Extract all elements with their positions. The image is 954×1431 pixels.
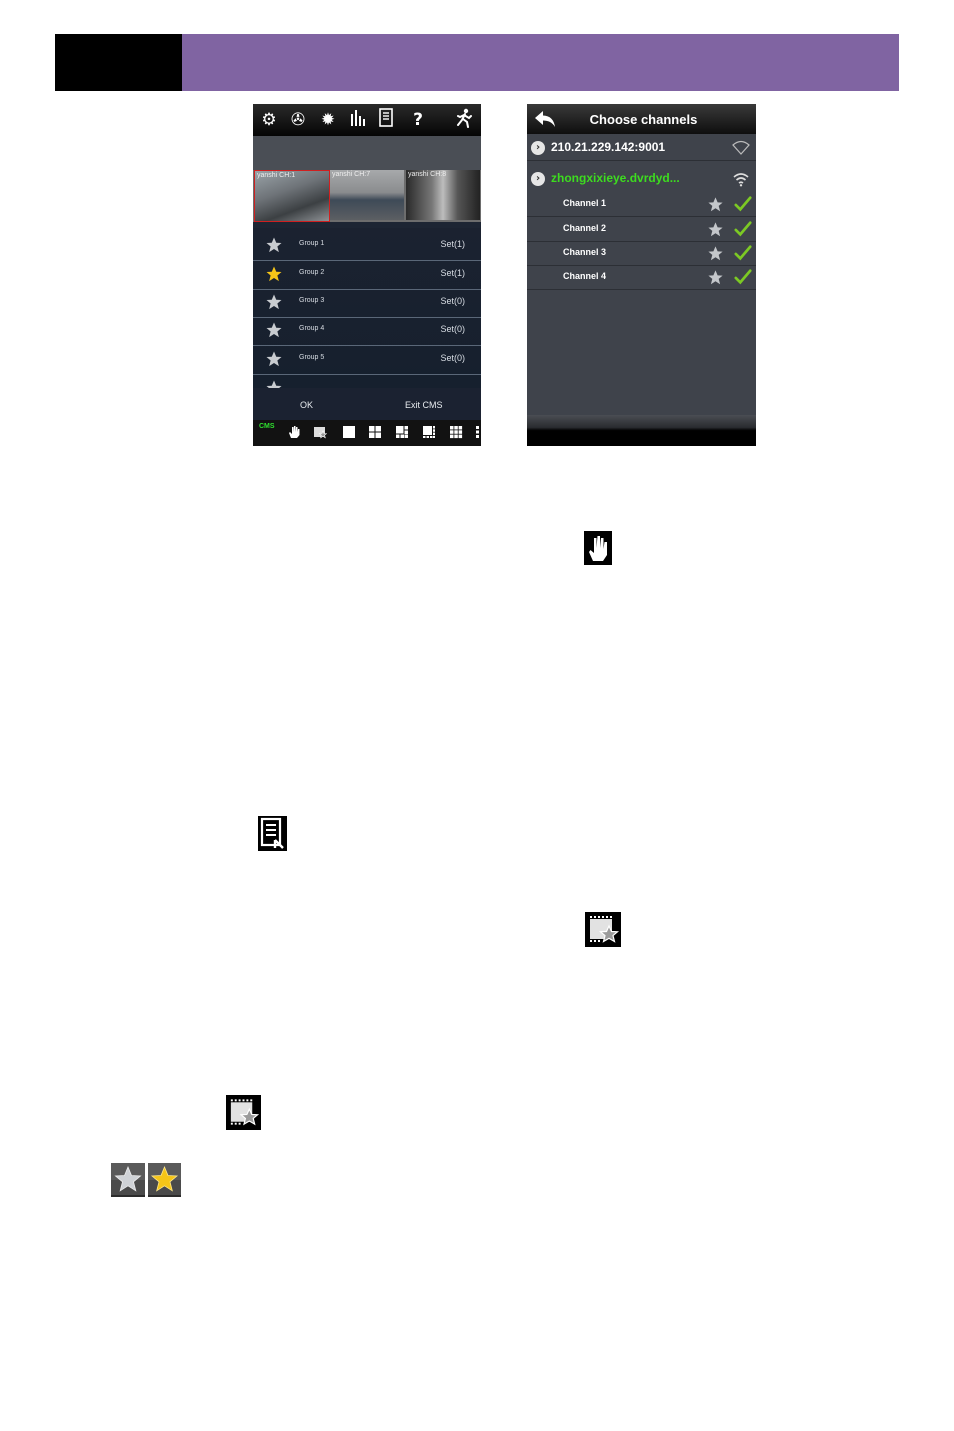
list-icon[interactable] xyxy=(376,108,398,132)
exit-icon[interactable] xyxy=(453,108,475,132)
star-gold-icon xyxy=(148,1163,181,1197)
wifi-online-icon xyxy=(733,173,749,187)
checkmark-icon[interactable] xyxy=(734,268,752,286)
footer-bar xyxy=(527,415,756,446)
layout-4-icon[interactable] xyxy=(368,425,382,439)
group-row[interactable]: Group 3 Set(0) xyxy=(253,289,481,318)
wifi-offline-icon xyxy=(732,140,750,155)
star-gray-icon[interactable] xyxy=(707,269,724,286)
device-name: zhongxixieye.dvrdyd... xyxy=(551,171,680,185)
layout-1-icon[interactable] xyxy=(342,425,356,439)
channel-row[interactable]: Channel 3 xyxy=(527,241,756,266)
video-tile-label: yanshi CH:1 xyxy=(257,172,296,179)
title-bar: Choose channels xyxy=(527,104,756,134)
header-purple-bar xyxy=(182,34,899,91)
channel-row[interactable]: Channel 1 xyxy=(527,192,756,217)
ok-button[interactable]: OK xyxy=(300,400,313,410)
chevron-right-icon[interactable]: › xyxy=(531,141,545,155)
layout-9-icon[interactable] xyxy=(449,425,463,439)
group-row[interactable]: Group 4 Set(0) xyxy=(253,317,481,346)
chevron-right-icon[interactable]: › xyxy=(531,172,545,186)
group-set-count: Set(0) xyxy=(440,296,465,306)
header-black-block xyxy=(55,34,182,91)
star-gray-icon[interactable] xyxy=(265,236,283,254)
star-gold-icon[interactable] xyxy=(265,265,283,283)
settings-icon[interactable]: ✹ xyxy=(317,108,339,132)
device-row[interactable]: › zhongxixieye.dvrdyd... xyxy=(527,166,756,192)
group-set-count: Set(0) xyxy=(440,324,465,334)
star-gray-icon[interactable] xyxy=(265,321,283,339)
star-gray-icon[interactable] xyxy=(265,293,283,311)
cms-label[interactable]: CMS xyxy=(259,423,275,430)
star-gray-icon[interactable] xyxy=(707,221,724,238)
exit-cms-button[interactable]: Exit CMS xyxy=(405,400,443,410)
hand-icon xyxy=(584,531,612,565)
channel-name: Channel 1 xyxy=(563,198,607,208)
group-row[interactable]: Group 5 Set(0) xyxy=(253,346,481,375)
group-name: Group 3 xyxy=(299,297,325,304)
video-tile[interactable]: yanshi CH:8 xyxy=(406,170,480,220)
cms-screenshot: ⚙ ✇ ✹ ? yanshi CH:1 yanshi CH:7 yanshi C… xyxy=(253,104,481,446)
favorite-icon[interactable] xyxy=(313,425,327,439)
star-gray-icon[interactable] xyxy=(707,245,724,262)
video-tile[interactable]: yanshi CH:1 xyxy=(254,170,330,222)
list-icon xyxy=(258,816,287,851)
favorite-icon xyxy=(226,1095,261,1130)
group-set-count: Set(1) xyxy=(440,239,465,249)
video-tile-label: yanshi CH:7 xyxy=(332,171,371,178)
video-tile-label: yanshi CH:8 xyxy=(408,171,447,178)
device-row[interactable]: › 210.21.229.142:9001 xyxy=(527,135,756,161)
top-toolbar: ⚙ ✇ ✹ ? xyxy=(253,104,481,136)
ptz-icon[interactable]: ✇ xyxy=(287,108,309,132)
help-icon[interactable]: ? xyxy=(407,108,429,132)
dialog-buttons: OK Exit CMS xyxy=(253,388,481,422)
group-name: Group 4 xyxy=(299,325,325,332)
group-row[interactable]: Group 2 Set(1) xyxy=(253,261,481,290)
device-name: 210.21.229.142:9001 xyxy=(551,140,666,154)
device-icon[interactable]: ⚙ xyxy=(258,108,280,132)
divider xyxy=(527,160,756,161)
group-name: Group 1 xyxy=(299,240,325,247)
group-name: Group 2 xyxy=(299,269,325,276)
star-gray-icon xyxy=(111,1163,145,1197)
channel-name: Channel 4 xyxy=(563,271,607,281)
checkmark-icon[interactable] xyxy=(734,244,752,262)
star-gray-icon[interactable] xyxy=(265,350,283,368)
bottom-toolbar: CMS xyxy=(253,420,481,446)
stats-icon[interactable] xyxy=(347,108,369,132)
channel-name: Channel 3 xyxy=(563,247,607,257)
layout-more-icon[interactable] xyxy=(475,425,481,439)
layout-6-icon[interactable] xyxy=(395,425,409,439)
video-tile[interactable]: yanshi CH:7 xyxy=(330,170,404,220)
group-set-count: Set(1) xyxy=(440,268,465,278)
favorite-icon xyxy=(585,912,621,947)
channel-row[interactable]: Channel 2 xyxy=(527,217,756,242)
group-row[interactable]: Group 1 Set(1) xyxy=(253,232,481,261)
group-name: Group 5 xyxy=(299,354,325,361)
choose-channels-screenshot: Choose channels › 210.21.229.142:9001 › … xyxy=(527,104,756,446)
group-list: Group 1 Set(1) Group 2 Set(1) Group 3 Se… xyxy=(253,228,481,396)
checkmark-icon[interactable] xyxy=(734,195,752,213)
screen-title: Choose channels xyxy=(589,112,698,127)
hand-icon[interactable] xyxy=(287,425,301,439)
channel-row[interactable]: Channel 4 xyxy=(527,265,756,290)
star-gray-icon[interactable] xyxy=(707,196,724,213)
status-area xyxy=(253,136,481,173)
layout-8-icon[interactable] xyxy=(422,425,436,439)
checkmark-icon[interactable] xyxy=(734,220,752,238)
group-set-count: Set(0) xyxy=(440,353,465,363)
video-grid: yanshi CH:1 yanshi CH:7 yanshi CH:8 xyxy=(253,170,481,222)
channel-name: Channel 2 xyxy=(563,223,607,233)
